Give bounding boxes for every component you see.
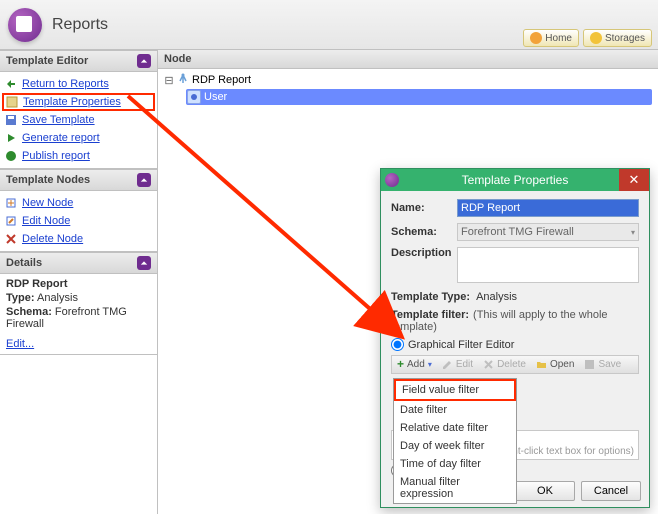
- dropdown-item-day-of-week[interactable]: Day of week filter: [394, 437, 516, 455]
- tree-collapse-icon[interactable]: ⊟: [164, 74, 174, 87]
- edit-node-link[interactable]: Edit Node: [2, 212, 155, 230]
- save-button[interactable]: Save: [582, 358, 623, 371]
- add-filter-dropdown: Field value filter Date filter Relative …: [393, 378, 517, 504]
- chevron-down-icon: ▾: [631, 228, 635, 237]
- panel-header-template-editor[interactable]: Template Editor: [0, 50, 157, 72]
- app-logo-icon: [8, 8, 42, 42]
- user-icon: [187, 90, 201, 104]
- details-name: RDP Report: [6, 278, 68, 290]
- dialog-icon: [385, 173, 399, 187]
- pencil-icon: [442, 359, 453, 370]
- cancel-button[interactable]: Cancel: [581, 481, 641, 501]
- storages-button[interactable]: Storages: [583, 29, 652, 47]
- plus-icon: +: [397, 359, 404, 370]
- close-button[interactable]: ✕: [619, 169, 649, 191]
- properties-icon: [5, 95, 19, 109]
- filter-hint: (right-click text box for options): [498, 446, 634, 457]
- new-node-icon: [4, 196, 18, 210]
- delete-node-link[interactable]: Delete Node: [2, 230, 155, 248]
- add-button[interactable]: + Add ▾: [395, 358, 434, 371]
- node-tree: ⊟ RDP Report User: [158, 69, 658, 109]
- home-button[interactable]: Home: [523, 29, 579, 47]
- save-icon: [4, 113, 18, 127]
- page-title: Reports: [52, 16, 108, 34]
- return-to-reports-link[interactable]: Return to Reports: [2, 75, 155, 93]
- home-icon: [530, 32, 542, 44]
- save-template-link[interactable]: Save Template: [2, 111, 155, 129]
- chevron-down-icon: ▾: [428, 360, 432, 369]
- delete-button[interactable]: Delete: [481, 358, 528, 371]
- tree-root-label[interactable]: RDP Report: [192, 74, 251, 86]
- folder-open-icon: [536, 359, 547, 370]
- filter-toolbar: + Add ▾ Edit Delete Open: [391, 355, 639, 374]
- ok-button[interactable]: OK: [515, 481, 575, 501]
- dropdown-item-field-value[interactable]: Field value filter: [394, 379, 516, 401]
- storage-icon: [590, 32, 602, 44]
- template-properties-dialog: Template Properties ✕ Name: Schema: Fore…: [380, 168, 650, 508]
- chevron-up-icon: [137, 256, 151, 270]
- template-properties-link[interactable]: Template Properties: [2, 93, 155, 111]
- delete-icon: [483, 359, 494, 370]
- tree-node-user[interactable]: User: [186, 89, 652, 105]
- description-textarea[interactable]: [457, 247, 639, 283]
- dropdown-item-manual[interactable]: Manual filter expression: [394, 473, 516, 503]
- new-node-link[interactable]: New Node: [2, 194, 155, 212]
- delete-icon: [4, 232, 18, 246]
- close-icon: ✕: [629, 172, 640, 188]
- report-icon: [176, 73, 190, 87]
- back-arrow-icon: [4, 77, 18, 91]
- chevron-up-icon: [137, 54, 151, 68]
- dialog-titlebar[interactable]: Template Properties ✕: [381, 169, 649, 191]
- dropdown-item-time-of-day[interactable]: Time of day filter: [394, 455, 516, 473]
- publish-icon: [4, 149, 18, 163]
- publish-report-link[interactable]: Publish report: [2, 147, 155, 165]
- schema-select[interactable]: Forefront TMG Firewall ▾: [457, 223, 639, 241]
- sidebar: Template Editor Return to Reports Templa…: [0, 50, 158, 514]
- edit-node-icon: [4, 214, 18, 228]
- app-header: Reports Home Storages: [0, 0, 658, 50]
- open-button[interactable]: Open: [534, 358, 576, 371]
- edit-button[interactable]: Edit: [440, 358, 475, 371]
- chevron-up-icon: [137, 173, 151, 187]
- panel-header-template-nodes[interactable]: Template Nodes: [0, 169, 157, 191]
- save-icon: [584, 359, 595, 370]
- graphical-filter-radio[interactable]: Graphical Filter Editor: [391, 338, 639, 351]
- dropdown-item-date[interactable]: Date filter: [394, 401, 516, 419]
- name-input[interactable]: [457, 199, 639, 217]
- generate-report-link[interactable]: Generate report: [2, 129, 155, 147]
- node-panel-header: Node: [158, 50, 658, 69]
- details-edit-link[interactable]: Edit...: [6, 338, 34, 350]
- panel-header-details[interactable]: Details: [0, 252, 157, 274]
- play-icon: [4, 131, 18, 145]
- dropdown-item-relative-date[interactable]: Relative date filter: [394, 419, 516, 437]
